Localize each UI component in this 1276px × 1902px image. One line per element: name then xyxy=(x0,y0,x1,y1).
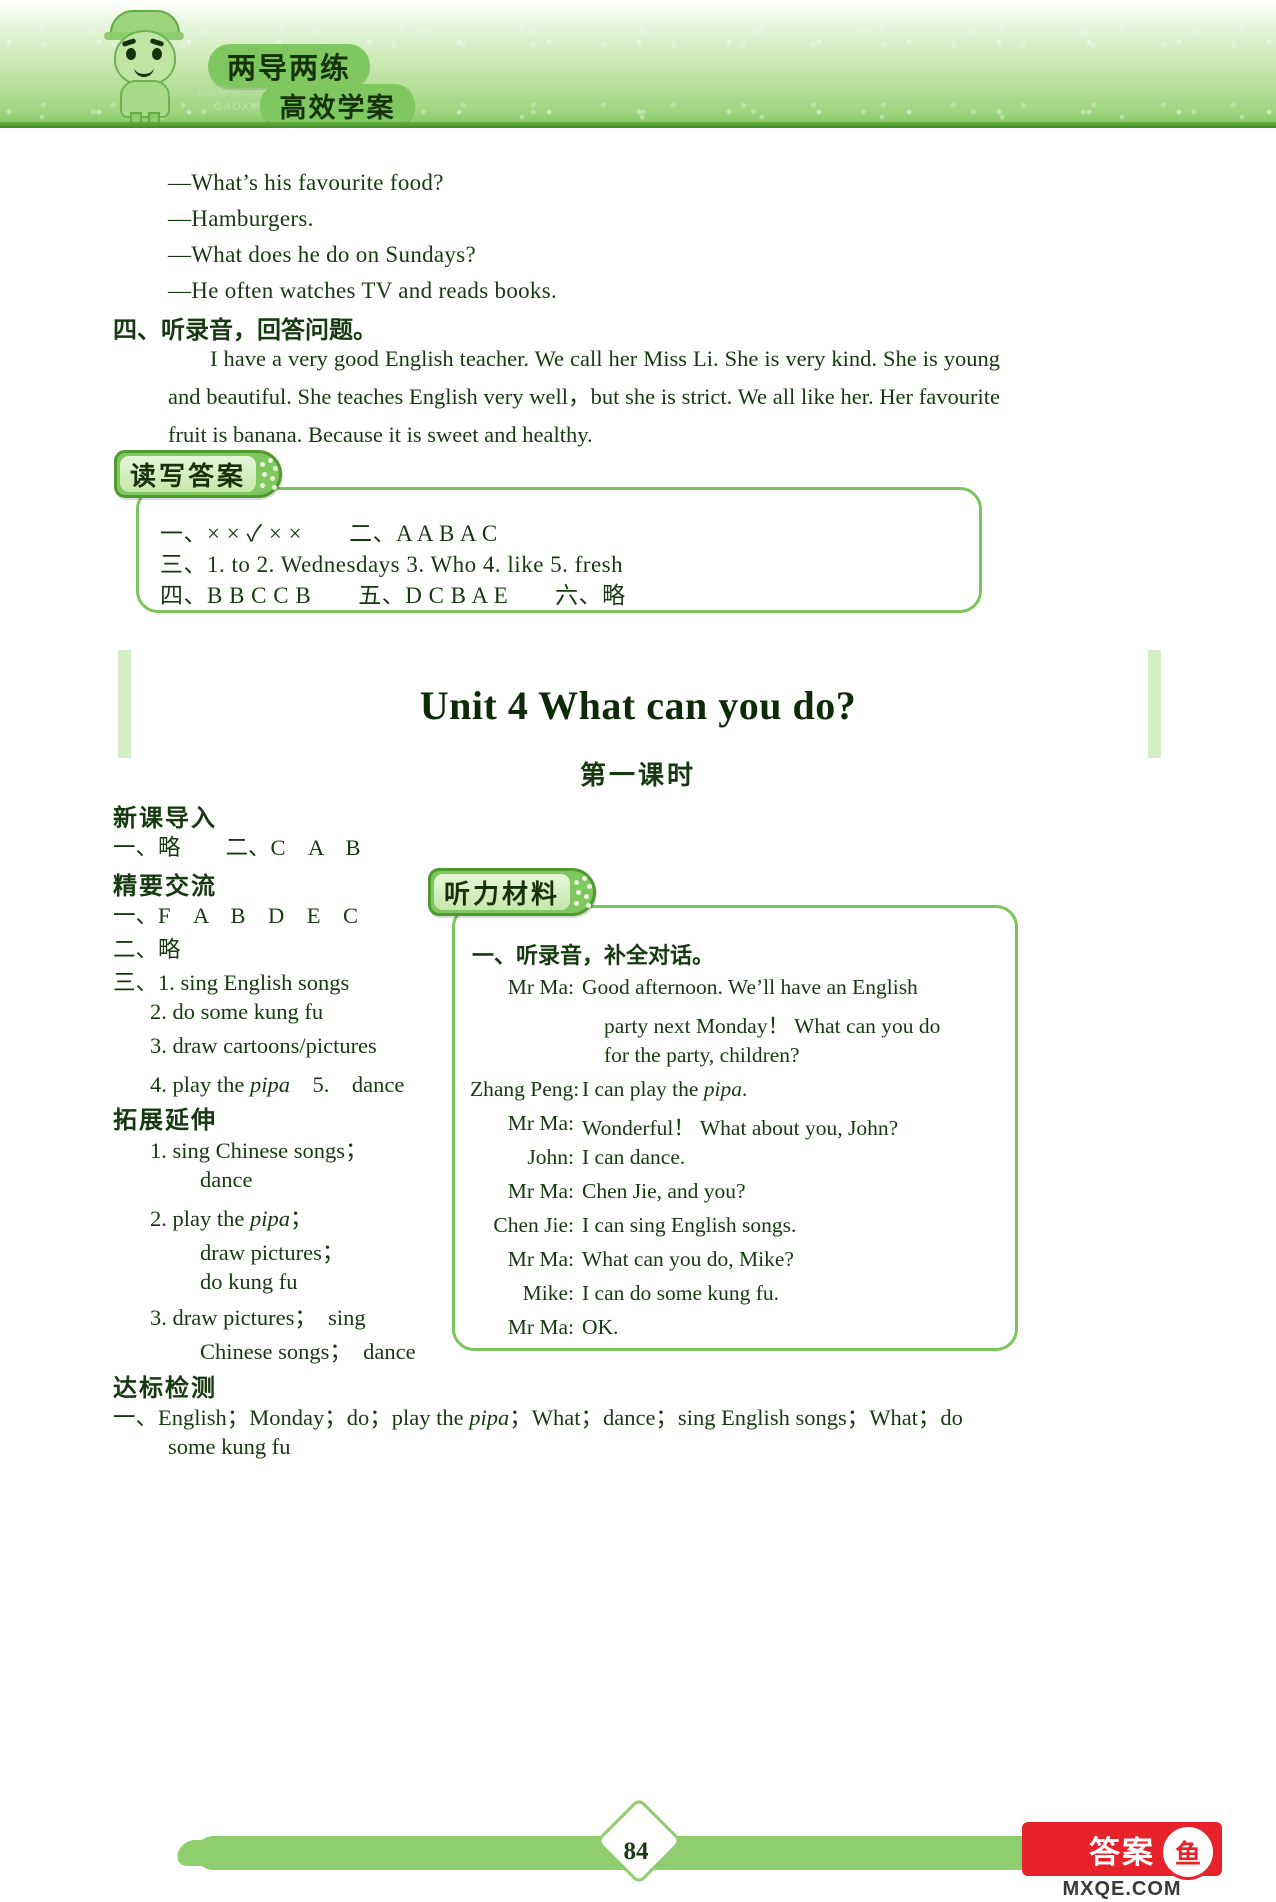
listening-heading: 一、听录音，补全对话。 xyxy=(472,944,715,969)
dlg-text-5: I can dance. xyxy=(582,1145,686,1169)
left-line-1: 一、略 二、C A B xyxy=(113,835,361,860)
reading-writing-answer-tab: 读写答案 xyxy=(114,450,282,498)
watermark-url: MXQE.COM xyxy=(1062,1878,1182,1900)
left-line-7-text-a: play the xyxy=(172,1072,250,1097)
left-line-4: 三、1. sing English songs xyxy=(113,965,349,997)
listening-material-tab-inner: 听力材料 xyxy=(434,874,571,910)
dlg-text-2: for the party, children? xyxy=(604,1043,800,1067)
decorative-dots-icon xyxy=(256,454,279,494)
ext-line-1-text: sing Chinese songs； xyxy=(172,1138,368,1163)
top-dialogue-line-4: —He often watches TV and reads books. xyxy=(168,278,558,303)
dlg-text-10: OK. xyxy=(582,1315,619,1339)
answer-line-2: 三、1. to 2. Wednesdays 3. Who 4. like 5. … xyxy=(160,552,624,577)
ext-line-2-pipa: pipa xyxy=(249,1206,290,1231)
watermark-badge-icon: 鱼 xyxy=(1160,1824,1216,1880)
left-line-5-text: do some kung fu xyxy=(172,999,324,1024)
ext-line-2e: do kung fu xyxy=(200,1269,298,1294)
ext-line-2: 2. play the pipa； xyxy=(150,1201,313,1233)
dlg-speaker-10: Mr Ma: xyxy=(507,1315,574,1339)
ext-line-3: 3. draw pictures； sing xyxy=(150,1300,366,1332)
answer-line-3: 四、B B C C B 五、D C B A E 六、略 xyxy=(160,583,626,608)
left-line-4-num: 三、1. xyxy=(113,970,175,995)
left-heading-extension: 拓展延伸 xyxy=(113,1106,217,1134)
unit-title: Unit 4 What can you do? xyxy=(419,683,857,728)
dlg-text-0: Good afternoon. We’ll have an English xyxy=(582,975,918,999)
section-4-paragraph: I have a very good English teacher. We c… xyxy=(168,346,1000,447)
top-dialogue-line-1: —What’s his favourite food? xyxy=(168,170,444,195)
left-line-6-num: 3. xyxy=(150,1033,167,1058)
decorative-dots-icon-2 xyxy=(570,872,593,912)
left-line-3: 二、略 xyxy=(113,937,181,962)
dlg-text-1: party next Monday！ What can you do xyxy=(604,1014,941,1038)
lesson-title: 第一课时 xyxy=(579,761,696,791)
ext-line-1-num: 1. xyxy=(150,1138,167,1163)
assessment-line-2: some kung fu xyxy=(168,1434,291,1459)
ext-line-3b: Chinese songs； dance xyxy=(200,1339,416,1364)
dlg-text-6: Chen Jie, and you? xyxy=(582,1179,746,1203)
dlg-text-8: What can you do, Mike? xyxy=(582,1247,794,1271)
dlg-speaker-6: Mr Ma: xyxy=(507,1179,574,1203)
dlg-speaker-4: Mr Ma: xyxy=(507,1111,574,1135)
dlg-speaker-9: Mike: xyxy=(522,1281,574,1305)
dlg-text-7: I can sing English songs. xyxy=(582,1213,797,1237)
assessment-line-1-c: ；What；dance；sing English songs；What；do xyxy=(509,1405,963,1430)
top-dialogue-line-2: —Hamburgers. xyxy=(168,206,314,231)
ext-line-3-num: 3. xyxy=(150,1305,167,1330)
ext-line-2d: draw pictures； xyxy=(200,1240,345,1265)
left-line-2: 一、F A B D E C xyxy=(113,903,359,928)
page-number: 84 xyxy=(623,1838,649,1865)
ext-line-1b: dance xyxy=(200,1167,253,1192)
left-line-6: 3. draw cartoons/pictures xyxy=(150,1033,377,1059)
dlg-text-3-pipa: pipa xyxy=(703,1077,743,1101)
reading-writing-answer-tab-label: 读写答案 xyxy=(130,461,247,492)
left-line-6-text: draw cartoons/pictures xyxy=(172,1033,377,1058)
assessment-line-1-pipa: pipa xyxy=(469,1405,510,1430)
dlg-speaker-5: John: xyxy=(527,1145,574,1169)
left-line-5: 2. do some kung fu xyxy=(150,999,323,1025)
reading-writing-answer-tab-inner: 读写答案 xyxy=(120,456,257,492)
listening-material-tab: 听力材料 xyxy=(428,868,596,916)
ext-line-2-text-a: play the xyxy=(172,1206,250,1231)
assessment-line-1: 一、English；Monday；do；play the pipa；What；d… xyxy=(113,1400,963,1432)
left-line-7-num: 4. xyxy=(150,1072,167,1097)
dlg-text-9: I can do some kung fu. xyxy=(582,1281,780,1305)
assessment-line-1-a: 一、English；Monday；do；play the xyxy=(113,1405,470,1430)
page-header-banner: LIANGDAOLIANGLIAN GAOXIAOXUEAN 两导两练 高效学案 xyxy=(0,0,1276,128)
banner-divider-rule xyxy=(0,122,1276,128)
left-line-7-pipa: pipa xyxy=(249,1072,290,1097)
left-heading-key-communication: 精要交流 xyxy=(113,872,217,900)
left-line-7: 4. play the pipa 5. dance xyxy=(150,1067,404,1099)
logo-sub-title: 高效学案 xyxy=(260,84,415,126)
left-line-4-text: sing English songs xyxy=(180,970,350,995)
dlg-speaker-8: Mr Ma: xyxy=(507,1247,574,1271)
logo-main-title: 两导两练 xyxy=(208,44,370,88)
dlg-text-3: I can play the pipa. xyxy=(582,1077,748,1101)
dlg-speaker-3: Zhang Peng: xyxy=(470,1077,580,1101)
dlg-text-4: Wonderful！ What about you, John? xyxy=(582,1116,899,1140)
ext-line-2-text-c: ； xyxy=(290,1206,313,1231)
page-footer: 84 答案 鱼 MXQE.COM xyxy=(0,1797,1276,1902)
ext-line-1: 1. sing Chinese songs； xyxy=(150,1133,368,1165)
left-line-7-text-c: 5. dance xyxy=(290,1072,405,1097)
left-heading-assessment: 达标检测 xyxy=(113,1374,217,1402)
listening-material-tab-label: 听力材料 xyxy=(444,879,561,910)
answer-line-1: 一、× × ✓ × × 二、A A B A C xyxy=(160,521,498,546)
top-dialogue-line-3: —What does he do on Sundays? xyxy=(168,242,476,267)
dlg-speaker-7: Chen Jie: xyxy=(493,1213,574,1237)
dlg-speaker-0: Mr Ma: xyxy=(507,975,574,999)
left-line-5-num: 2. xyxy=(150,999,167,1024)
left-heading-new-lesson: 新课导入 xyxy=(113,804,217,832)
ext-line-2-num: 2. xyxy=(150,1206,167,1231)
ext-line-3-text: draw pictures； sing xyxy=(172,1305,366,1330)
watermark: 答案 鱼 MXQE.COM xyxy=(1022,1822,1262,1900)
